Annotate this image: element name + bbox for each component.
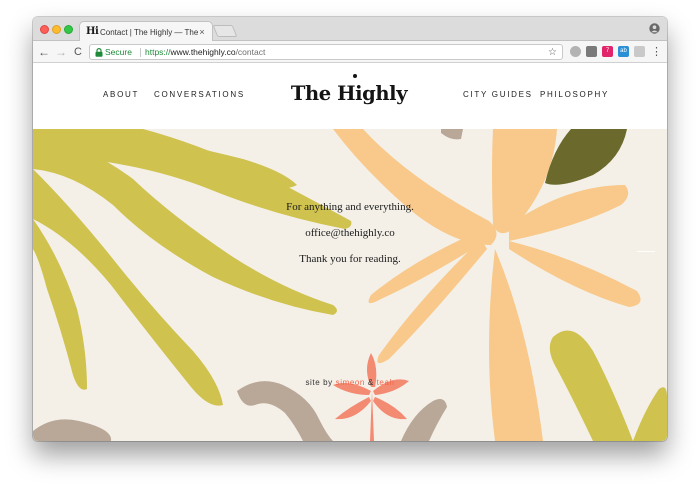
tab-strip: Hi Contact | The Highly — The Hi × [33, 17, 667, 42]
credit-link-simeon[interactable]: simeon [336, 378, 365, 387]
browser-menu-icon[interactable]: ⋮ [651, 44, 662, 60]
secure-label: Secure [105, 47, 132, 57]
bookmark-star-icon[interactable]: ☆ [548, 46, 558, 59]
nav-link-conversations[interactable]: CONVERSATIONS [154, 89, 245, 101]
forward-arrow-icon[interactable]: → [54, 44, 68, 60]
browser-window: Hi Contact | The Highly — The Hi × ← → C… [33, 17, 667, 441]
hero-tagline: For anything and everything. [286, 201, 414, 213]
favicon-icon: Hi [86, 26, 99, 37]
contact-email-link[interactable]: office@thehighly.co [200, 225, 500, 241]
url-text[interactable]: https://www.thehighly.co/contact [145, 46, 265, 59]
taupe-squiggle [237, 381, 333, 441]
address-bar[interactable]: Secure https://www.thehighly.co/contact … [89, 44, 563, 60]
cloud-extension-icon[interactable] [570, 46, 581, 57]
pocket-extension-icon[interactable] [586, 46, 597, 57]
edge-mark [637, 251, 655, 252]
window-close-button[interactable] [40, 25, 49, 34]
dark-olive-leaf [545, 129, 627, 185]
back-arrow-icon[interactable]: ← [37, 44, 51, 60]
thank-you-text: Thank you for reading. [299, 253, 401, 265]
site-logo[interactable]: The Highly [287, 77, 411, 111]
logo-dot [353, 74, 357, 78]
translate-extension-icon[interactable]: ab [618, 46, 629, 57]
person-icon[interactable] [649, 23, 660, 34]
address-separator [140, 48, 141, 57]
url-host: www.thehighly.co [170, 47, 236, 57]
taupe-leaf-top [441, 129, 463, 140]
tab-close-icon[interactable]: × [197, 26, 207, 38]
olive-leaf-right-2 [633, 387, 667, 441]
credit-prefix: site by [305, 378, 333, 387]
url-path: /contact [235, 47, 266, 57]
nav-link-philosophy[interactable]: PHILOSOPHY [540, 89, 609, 101]
url-scheme: https:// [145, 47, 171, 57]
taupe-leaf-bottom-left [33, 419, 112, 441]
tab-contact[interactable]: Hi Contact | The Highly — The Hi × [79, 21, 213, 42]
botanical-illustration [33, 129, 667, 441]
credit-amp: & [367, 378, 374, 387]
browser-toolbar: ← → C Secure https://www.thehighly.co/co… [33, 41, 667, 63]
window-minimize-button[interactable] [52, 25, 61, 34]
nav-link-about[interactable]: ABOUT [103, 89, 139, 101]
new-tab-button[interactable] [212, 25, 238, 37]
reload-icon[interactable]: C [71, 44, 85, 60]
taupe-leaf-center [401, 399, 447, 441]
web-page: ABOUT CONVERSATIONS The Highly CITY GUID… [33, 63, 667, 441]
site-credit: site by simeon & teah [250, 377, 450, 389]
hero-section: For anything and everything. office@theh… [33, 129, 667, 441]
olive-leaf-right [549, 330, 633, 441]
pinterest-extension-icon[interactable]: 7 [602, 46, 613, 57]
site-header: ABOUT CONVERSATIONS The Highly CITY GUID… [33, 63, 667, 129]
nav-link-city-guides[interactable]: CITY GUIDES [463, 89, 533, 101]
window-zoom-button[interactable] [64, 25, 73, 34]
olive-leaf-left [33, 129, 352, 406]
tab-title: Contact | The Highly — The Hi [100, 28, 198, 37]
coral-leaf [333, 353, 409, 441]
credit-link-teah[interactable]: teah [377, 378, 395, 387]
clipboard-extension-icon[interactable] [634, 46, 645, 57]
lock-icon [95, 48, 103, 57]
